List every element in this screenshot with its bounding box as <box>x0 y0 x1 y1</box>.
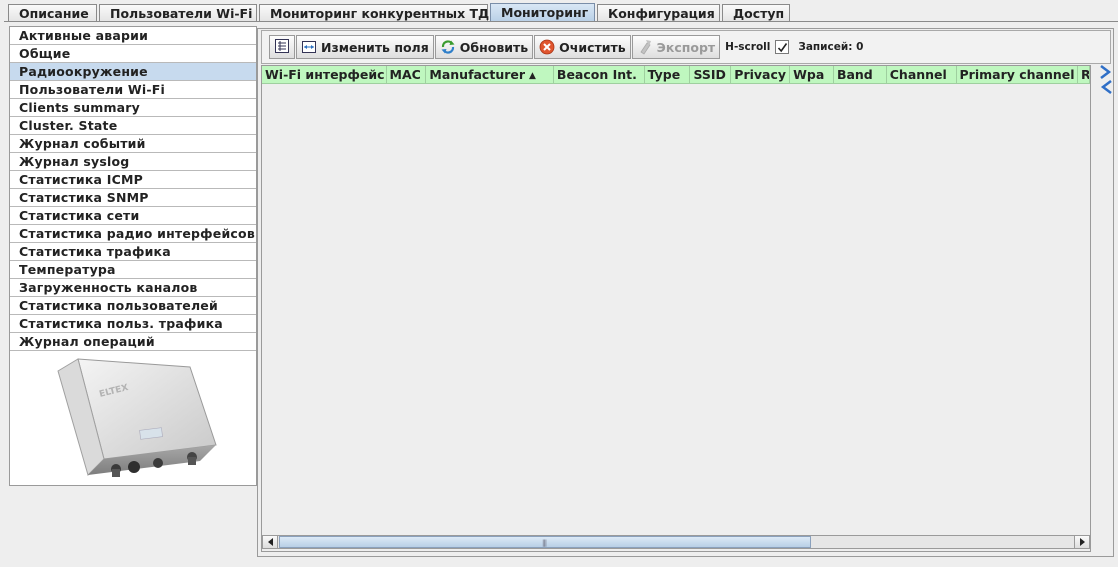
export-icon <box>637 39 653 55</box>
sidebar-item-network-stats[interactable]: Статистика сети <box>10 207 256 225</box>
check-icon <box>778 43 788 53</box>
columns-button[interactable] <box>269 35 295 59</box>
sidebar-item-event-log[interactable]: Журнал событий <box>10 135 256 153</box>
column-header-wpa[interactable]: Wpa <box>790 66 834 84</box>
column-header-beacon-int[interactable]: Beacon Int. <box>553 66 645 84</box>
tab-description[interactable]: Описание <box>8 4 97 22</box>
hscroll-checkbox[interactable] <box>775 40 790 54</box>
export-button[interactable]: Экспорт <box>631 35 721 59</box>
sidebar-item-user-stats[interactable]: Статистика пользователей <box>10 297 256 315</box>
sidebar-item-active-alarms[interactable]: Активные аварии <box>10 27 256 45</box>
tab-competitor-monitoring[interactable]: Мониторинг конкурентных ТД <box>259 4 489 22</box>
tab-configuration[interactable]: Конфигурация <box>597 4 720 22</box>
grip-icon: ||| <box>542 539 547 547</box>
sidebar-item-temperature[interactable]: Температура <box>10 261 256 279</box>
tabs-divider <box>4 21 1118 22</box>
edit-fields-icon <box>301 39 317 55</box>
records-count: Записей: 0 <box>798 41 864 53</box>
column-header-mac[interactable]: MAC <box>386 66 427 84</box>
scroll-left-button[interactable] <box>263 536 278 548</box>
refresh-icon <box>440 39 456 55</box>
scrollbar-thumb[interactable]: ||| <box>279 536 811 548</box>
device-image: ELTEX <box>50 357 220 486</box>
table-header: Wi-Fi интерфейс MAC Manufacturer ▲ Beacon… <box>262 66 1090 84</box>
main-tabs: Описание Пользователи Wi-Fi Мониторинг к… <box>8 3 792 22</box>
results-table: Wi-Fi интерфейс MAC Manufacturer ▲ Beacon… <box>261 65 1091 552</box>
sidebar-item-snmp-stats[interactable]: Статистика SNMP <box>10 189 256 207</box>
column-header-r[interactable]: R <box>1078 66 1090 84</box>
list-columns-icon <box>274 38 290 57</box>
column-header-manufacturer[interactable]: Manufacturer ▲ <box>426 66 554 84</box>
sidebar-item-icmp-stats[interactable]: Статистика ICMP <box>10 171 256 189</box>
collapse-arrows-icon <box>1100 65 1112 94</box>
refresh-button[interactable]: Обновить <box>434 35 534 59</box>
main-panel: Изменить поля Обновить Очистить Экспорт … <box>257 28 1114 557</box>
monitoring-sidebar: Активные аварии Общие Радиоокружение Пол… <box>9 26 257 486</box>
sidebar-item-wifi-users[interactable]: Пользователи Wi-Fi <box>10 81 256 99</box>
column-header-privacy[interactable]: Privacy <box>731 66 791 84</box>
sidebar-item-clients-summary[interactable]: Clients summary <box>10 99 256 117</box>
collapse-panel-button[interactable] <box>1099 65 1113 98</box>
column-header-band[interactable]: Band <box>833 66 887 84</box>
column-header-type[interactable]: Type <box>644 66 691 84</box>
arrow-right-icon <box>1079 538 1085 546</box>
sort-ascending-icon: ▲ <box>529 71 536 81</box>
horizontal-scrollbar[interactable]: ||| <box>262 535 1090 549</box>
sidebar-item-cluster-state[interactable]: Cluster. State <box>10 117 256 135</box>
toolbar: Изменить поля Обновить Очистить Экспорт … <box>261 30 1111 64</box>
column-header-ssid[interactable]: SSID <box>690 66 732 84</box>
sidebar-item-channel-load[interactable]: Загруженность каналов <box>10 279 256 297</box>
sidebar-item-radio-environment[interactable]: Радиоокружение <box>10 63 256 81</box>
sidebar-item-syslog[interactable]: Журнал syslog <box>10 153 256 171</box>
tab-access[interactable]: Доступ <box>722 4 790 22</box>
column-header-wifi-interface[interactable]: Wi-Fi интерфейс <box>262 66 387 84</box>
sidebar-item-general[interactable]: Общие <box>10 45 256 63</box>
arrow-left-icon <box>267 538 273 546</box>
tab-monitoring[interactable]: Мониторинг <box>490 3 595 22</box>
sidebar-item-traffic-stats[interactable]: Статистика трафика <box>10 243 256 261</box>
sidebar-item-user-traffic-stats[interactable]: Статистика польз. трафика <box>10 315 256 333</box>
sidebar-item-operations-log[interactable]: Журнал операций <box>10 333 256 351</box>
clear-button[interactable]: Очистить <box>534 35 631 59</box>
sidebar-item-radio-interface-stats[interactable]: Статистика радио интерфейсов <box>10 225 256 243</box>
column-header-primary-channel[interactable]: Primary channel <box>956 66 1079 84</box>
scroll-right-button[interactable] <box>1074 536 1089 548</box>
hscroll-label: H-scroll <box>725 41 771 53</box>
clear-icon <box>539 39 555 55</box>
tab-wifi-users[interactable]: Пользователи Wi-Fi <box>99 4 257 22</box>
edit-fields-button[interactable]: Изменить поля <box>296 35 434 59</box>
column-header-channel[interactable]: Channel <box>886 66 957 84</box>
